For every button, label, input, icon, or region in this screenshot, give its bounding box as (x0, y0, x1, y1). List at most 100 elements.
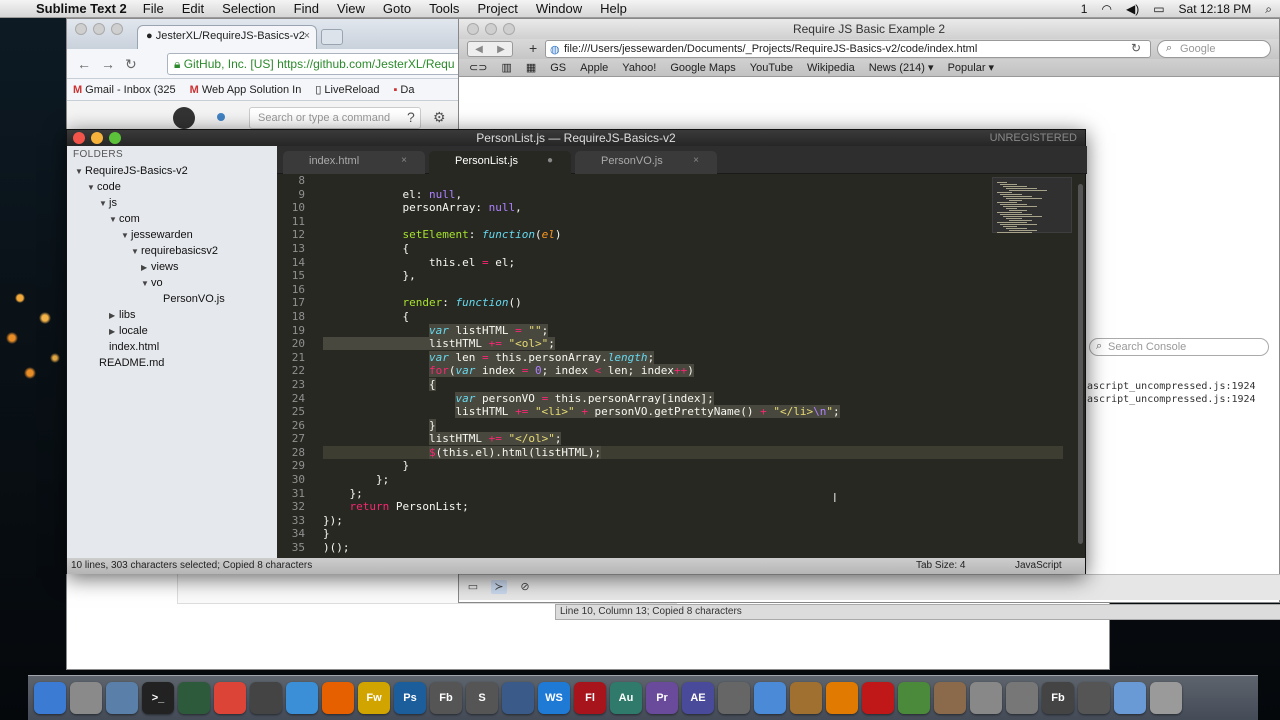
chrome-reload-icon[interactable]: ↻ (125, 56, 137, 73)
dock-window-icon[interactable]: ▭ (465, 580, 481, 594)
dock-preview-icon[interactable] (70, 682, 102, 714)
github-search-input[interactable]: Search or type a command (249, 107, 421, 129)
status-number[interactable]: 1 (1081, 2, 1088, 16)
clock[interactable]: Sat 12:18 PM (1179, 2, 1252, 16)
chrome-tab[interactable]: ● JesterXL/RequireJS-Basics-v2 × (137, 25, 317, 49)
code-line[interactable]: }); (323, 514, 1063, 528)
github-logo-icon[interactable] (173, 107, 195, 129)
menu-file[interactable]: File (143, 1, 164, 16)
disclosure-open-icon[interactable]: ▼ (99, 196, 109, 212)
volume-icon[interactable]: ◀) (1126, 2, 1139, 16)
syntax-selector[interactable]: JavaScript (1015, 558, 1062, 574)
code-line[interactable]: { (323, 310, 1063, 324)
tree-item-root[interactable]: ▼ RequireJS-Basics-v2 (67, 163, 277, 179)
dock-flash-builder-icon[interactable]: Fb (430, 682, 462, 714)
chrome-minimize-button[interactable] (93, 23, 105, 35)
menu-edit[interactable]: Edit (182, 1, 204, 16)
dock-game-icon[interactable] (790, 682, 822, 714)
console-toggle-icon[interactable]: ≻ (491, 580, 507, 594)
dock-iphoto-icon[interactable] (106, 682, 138, 714)
code-line[interactable]: this.el = el; (323, 256, 1063, 270)
tree-item-libs[interactable]: ▶ libs (67, 307, 277, 323)
tab-size-selector[interactable]: Tab Size: 4 (916, 558, 965, 574)
code-line[interactable]: render: function() (323, 296, 1063, 310)
tree-item-index-html[interactable]: index.html (67, 339, 277, 355)
wifi-icon[interactable]: ◠ (1101, 2, 1111, 16)
bookmark-yahoo[interactable]: Yahoo! (622, 62, 656, 74)
code-line[interactable]: el: null, (323, 188, 1063, 202)
reading-list-icon[interactable]: ⊂⊃ (469, 61, 487, 74)
tree-item-readme[interactable]: README.md (67, 355, 277, 371)
dock-flash-builder-2-icon[interactable]: Fb (1042, 682, 1074, 714)
dock-trash-icon[interactable] (1150, 682, 1182, 714)
code-line[interactable]: { (323, 242, 1063, 256)
dock-audition-icon[interactable]: Au (610, 682, 642, 714)
dock-minecraft-icon[interactable] (898, 682, 930, 714)
code-line[interactable]: } (323, 418, 1063, 433)
code-lines[interactable]: el: null, personArray: null, setElement:… (323, 174, 1063, 555)
tree-item-views[interactable]: ▶ views (67, 259, 277, 275)
dock-dashboard-icon[interactable] (250, 682, 282, 714)
gear-icon[interactable]: ⚙ (433, 109, 446, 126)
menu-goto[interactable]: Goto (383, 1, 411, 16)
reload-icon[interactable]: ↻ (1131, 41, 1141, 55)
menu-help[interactable]: Help (600, 1, 627, 16)
code-line[interactable]: setElement: function(el) (323, 228, 1063, 242)
disclosure-closed-icon[interactable]: ▶ (109, 324, 119, 340)
bookmark-youtube[interactable]: YouTube (750, 62, 793, 74)
chrome-zoom-button[interactable] (111, 23, 123, 35)
disclosure-open-icon[interactable]: ▼ (131, 244, 141, 260)
code-line[interactable]: for(var index = 0; index < len; index++) (323, 364, 1063, 378)
bookmark-da[interactable]: ▪ Da (393, 84, 414, 96)
tab-personlist-js[interactable]: PersonList.js ● (429, 151, 571, 174)
dock-system-preferences-icon[interactable] (1006, 682, 1038, 714)
tab-personvo-js[interactable]: PersonVO.js × (575, 151, 717, 174)
code-line[interactable]: }; (323, 487, 1063, 501)
menu-selection[interactable]: Selection (222, 1, 275, 16)
chrome-forward-icon[interactable]: → (101, 56, 115, 72)
code-line[interactable]: $(this.el).html(listHTML); (323, 445, 1063, 460)
bookmark-webapp[interactable]: M Web App Solution In (190, 84, 302, 96)
minimize-button[interactable] (91, 132, 103, 144)
bookmark-google-maps[interactable]: Google Maps (670, 62, 735, 74)
code-line[interactable]: } (323, 527, 1063, 541)
clear-console-icon[interactable]: ⊘ (517, 580, 533, 594)
code-line[interactable]: personArray: null, (323, 201, 1063, 215)
spotlight-icon[interactable]: ⌕ (1265, 2, 1272, 17)
dock-firefox-icon[interactable] (322, 682, 354, 714)
code-editor[interactable]: 8 9 10 11 12 13 14 15 16 17 18 19 20 21 … (277, 174, 1072, 558)
disclosure-closed-icon[interactable]: ▶ (141, 260, 151, 276)
disclosure-closed-icon[interactable]: ▶ (109, 308, 119, 324)
bookmarks-icon[interactable]: ▥ (501, 61, 511, 74)
disclosure-open-icon[interactable]: ▼ (141, 276, 151, 292)
add-bookmark-icon[interactable]: + (529, 40, 537, 56)
code-line[interactable]: }, (323, 269, 1063, 283)
dock-terminal-icon[interactable]: >_ (142, 682, 174, 714)
dock-activity-monitor-icon[interactable] (178, 682, 210, 714)
safari-back-forward[interactable]: ◀ ▶ (467, 41, 513, 57)
dock-other-app-icon[interactable] (934, 682, 966, 714)
tree-item-js[interactable]: ▼ js (67, 195, 277, 211)
tree-item-requirebasicsv2[interactable]: ▼ requirebasicsv2 (67, 243, 277, 259)
chrome-new-tab-button[interactable] (321, 29, 343, 45)
dock-fireworks-icon[interactable]: Fw (358, 682, 390, 714)
menu-window[interactable]: Window (536, 1, 582, 16)
disclosure-open-icon[interactable]: ▼ (109, 212, 119, 228)
dock-network-icon[interactable] (502, 682, 534, 714)
dock-chrome-icon[interactable] (214, 682, 246, 714)
bookmark-apple[interactable]: Apple (580, 62, 608, 74)
dock-photoshop-icon[interactable]: Ps (394, 682, 426, 714)
notification-dot-icon[interactable] (217, 113, 225, 121)
code-line[interactable]: var len = this.personArray.length; (323, 350, 1063, 365)
dock-premiere-icon[interactable]: Pr (646, 682, 678, 714)
code-line[interactable] (323, 174, 1063, 188)
safari-search-field[interactable]: ⌕ Google (1157, 40, 1271, 58)
dock-bird-app-icon[interactable] (718, 682, 750, 714)
code-line[interactable] (323, 215, 1063, 229)
chrome-back-icon[interactable]: ← (77, 56, 91, 72)
dock-vlc-icon[interactable] (826, 682, 858, 714)
tab-modified-icon[interactable]: ● (547, 155, 553, 166)
tree-item-locale[interactable]: ▶ locale (67, 323, 277, 339)
app-menu[interactable]: Sublime Text 2 (36, 1, 127, 16)
zoom-button[interactable] (109, 132, 121, 144)
